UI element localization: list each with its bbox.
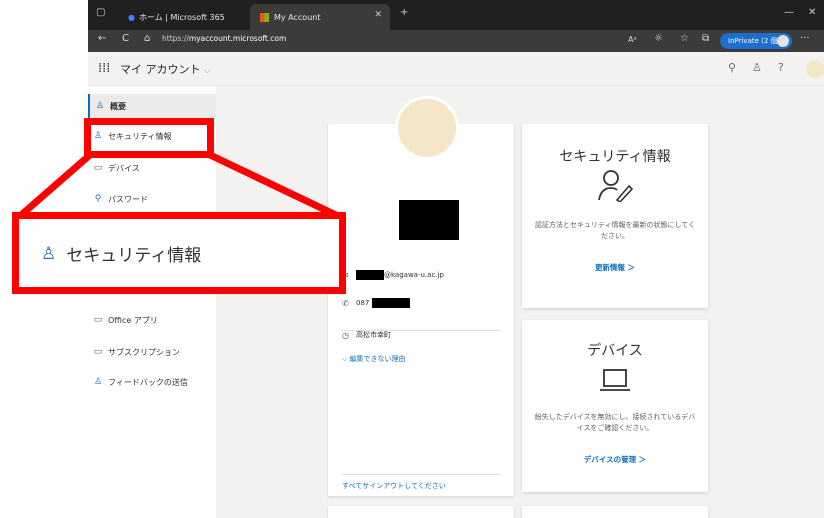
minimize-icon[interactable]: — [784,7,794,18]
phone-icon: ✆ [342,298,349,308]
card-description: 紛失したデバイスを無効にし、接続されているデバイスをご確認ください。 [534,413,696,432]
url-host: myaccount.microsoft.com [188,34,287,43]
email-row: ✉ @kagawa-u.ac.jp [342,270,444,280]
apps-icon: ▭ [93,315,103,325]
why-cant-edit-link[interactable]: ⌵ 編集できない理由 [342,354,406,364]
app-title[interactable]: マイ アカウント ⌵ [120,61,211,77]
security-info-icon-svg [598,170,634,204]
location-row: ◷ 高松市幸町 [342,330,391,340]
feedback-icon: ♙ [93,377,103,387]
sidebar-item-overview[interactable]: ♙ 概要 [88,94,216,118]
feedback-icon[interactable]: ⚲ [728,61,736,74]
security-info-highlight [84,118,214,158]
refresh-icon[interactable]: C [122,33,129,44]
sidebar-item-subscriptions[interactable]: ▭ サブスクリプション [88,340,216,364]
tab-actions-icon[interactable]: ▢ [96,7,105,18]
laptop-icon: ▭ [93,163,103,173]
microsoft-365-icon: ● [128,12,135,22]
tab-label: ホーム | Microsoft 365 [138,12,225,22]
card-title: デバイス [587,343,643,359]
why-cant-edit-label: 編集できない理由 [349,355,406,363]
profile-icon [777,35,789,47]
main-content: ✉ @kagawa-u.ac.jp ✆ 087 ◷ 高松市幸町 ⌵ 編集できない… [216,86,824,518]
laptop-icon-svg [600,369,630,391]
read-aloud-icon[interactable]: Aᵃ [628,35,637,44]
callout-label: ♙ セキュリティ情報 [41,241,202,267]
phone-prefix: 087 [356,299,370,307]
inprivate-label: InPrivate (2 個) [728,37,781,45]
extensions-icon[interactable]: ☼ [654,33,663,44]
connector-line-left [17,151,94,219]
manage-devices-link[interactable]: デバイスの管理 ＞ [522,454,708,465]
card-description: 認証方法とセキュリティ情報を最新の状態にしてください。 [534,221,696,240]
sidebar-item-label: Office アプリ [108,315,158,325]
sidebar-item-label: サブスクリプション [108,347,180,357]
close-tab-icon[interactable]: ✕ [374,10,382,20]
app-header: ⁞⁞⁞ マイ アカウント ⌵ ⚲ ♙ ? [88,52,824,86]
sidebar-item-label: フィードバックの送信 [108,377,188,387]
zoom-callout: ♙ セキュリティ情報 [12,212,346,294]
phone-row: ✆ 087 [342,298,411,308]
sidebar-item-label: パスワード [108,194,148,204]
security-info-icon: ♙ [41,243,57,264]
sidebar-item-feedback[interactable]: ♙ フィードバックの送信 [88,370,216,394]
avatar [395,96,459,160]
org-icon[interactable]: ♙ [752,61,762,74]
key-icon: ⚲ [94,194,102,204]
sidebar-item-label: デバイス [108,163,140,173]
callout-text: セキュリティ情報 [66,246,202,266]
sidebar-item-password[interactable]: ⚲ パスワード [88,187,216,211]
back-icon[interactable]: ← [98,33,106,44]
sidebar-item-devices[interactable]: ▭ デバイス [88,156,216,180]
laptop-icon [522,368,708,398]
card [522,506,708,518]
screenshot-root: ▢ ● ホーム | Microsoft 365 My Account ✕ + —… [0,0,824,518]
new-tab-button[interactable]: + [400,7,408,18]
tab-my-account[interactable]: My Account ✕ [250,4,390,30]
app-title-text: マイ アカウント [120,63,201,76]
inprivate-badge[interactable]: InPrivate (2 個) [720,33,792,49]
sidebar-item-office-apps[interactable]: ▭ Office アプリ [88,308,216,332]
divider [342,330,500,331]
close-window-icon[interactable]: ✕ [808,7,816,18]
location-icon: ◷ [342,330,349,340]
avatar[interactable] [806,60,824,78]
chevron-down-icon: ⌵ [342,355,350,363]
favorite-icon[interactable]: ☆ [680,33,689,44]
url-field[interactable]: https://myaccount.microsoft.com [162,34,286,43]
app-launcher-icon[interactable]: ⁞⁞⁞ [98,61,110,76]
update-info-link[interactable]: 更新情報 ＞ [522,262,708,273]
chevron-down-icon: ⌵ [204,66,211,76]
redacted-name [399,200,459,240]
help-icon[interactable]: ? [778,61,784,74]
home-icon[interactable]: ⌂ [144,33,150,44]
collections-icon[interactable]: ⧉ [702,33,709,44]
url-scheme: https:// [162,34,189,43]
card-title: セキュリティ情報 [559,149,671,165]
tab-bar: ▢ ● ホーム | Microsoft 365 My Account ✕ + —… [88,0,824,30]
redacted-email [356,270,384,280]
microsoft-logo-icon [260,12,269,22]
security-info-icon [522,168,708,206]
security-info-card: セキュリティ情報 認証方法とセキュリティ情報を最新の状態にしてください。 更新情… [522,124,708,308]
sign-out-everywhere-link[interactable]: すべてサインアウトしてください [342,481,446,491]
tab-label: My Account [274,12,321,22]
more-icon[interactable]: ··· [800,33,810,44]
divider [342,474,500,475]
location-text: 高松市幸町 [356,331,391,339]
sidebar-item-label: 概要 [110,101,126,111]
redacted-phone [372,298,411,308]
person-icon: ♙ [95,101,105,111]
address-bar: ← C ⌂ https://myaccount.microsoft.com Aᵃ… [88,30,824,52]
card [328,506,514,518]
devices-card: デバイス 紛失したデバイスを無効にし、接続されているデバイスをご確認ください。 … [522,320,708,492]
email-suffix: @kagawa-u.ac.jp [384,271,444,279]
card-icon: ▭ [93,347,103,357]
profile-card: ✉ @kagawa-u.ac.jp ✆ 087 ◷ 高松市幸町 ⌵ 編集できない… [328,96,514,496]
